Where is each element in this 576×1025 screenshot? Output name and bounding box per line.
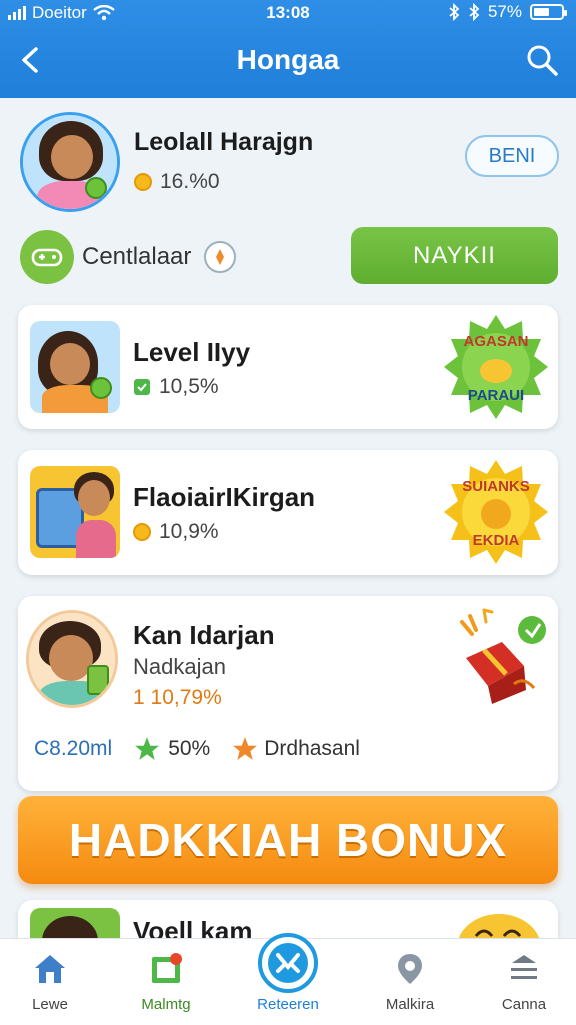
battery-icon (530, 4, 567, 20)
nav-label-location: Malkira (385, 996, 435, 1013)
stat-item-1: C8.20ml (34, 737, 112, 761)
controller-button[interactable] (20, 230, 74, 284)
center-action-icon (258, 933, 318, 993)
card-1-badge-top: AGASAN (463, 333, 529, 350)
orange-star-icon (233, 737, 258, 760)
card-1-badge-bottom: PARAUI (467, 387, 525, 404)
card-2-badge-top: SUIANKS (462, 478, 530, 495)
gamepad-icon (31, 248, 63, 267)
bonus-banner-button[interactable]: HADKKIAH BONUX (18, 796, 558, 884)
top-bar: Doeitor 13:08 57% Hongaa (0, 0, 576, 98)
compass-icon[interactable] (204, 241, 236, 273)
card-2-stat: 10,9% (133, 520, 219, 544)
primary-action-button[interactable]: NAYKII (351, 227, 558, 284)
nav-item-menu[interactable]: Canna (474, 939, 574, 1025)
gift-icon (460, 608, 546, 704)
check-badge-icon (134, 379, 150, 395)
stat-item-3-label: Drdhasanl (264, 737, 360, 760)
page-title: Hongaa (236, 44, 340, 75)
nav-item-location[interactable]: Malkira (360, 939, 460, 1025)
menu-icon (511, 955, 537, 979)
bottom-navigation: Lewe Malmtg Reteeren Malkira Canna (0, 933, 576, 1025)
card-1-stat-value: 10,5% (159, 375, 219, 398)
level-card-1[interactable]: Level IIyy 10,5% AGASAN PARAUI (18, 305, 558, 429)
card-2-badge (444, 460, 548, 564)
card-3-subtitle: Nadkajan (133, 654, 226, 679)
card-2-stat-value: 10,9% (159, 520, 219, 543)
map-icon (152, 953, 182, 983)
bluetooth-icon (449, 3, 460, 21)
search-button[interactable] (524, 42, 560, 78)
card-3-stat: 1 10,79% (133, 686, 222, 709)
stat-item-2-label: 50% (168, 737, 211, 760)
profile-stat: 16.%0 (134, 170, 220, 194)
card-1-title: Level IIyy (133, 337, 251, 367)
card-1-stat: 10,5% (133, 375, 219, 399)
card-3-title: Kan Idarjan (133, 620, 275, 650)
nav-item-center[interactable]: Reteeren (238, 933, 338, 1025)
nav-label-home: Lewe (32, 996, 68, 1013)
nav-label-menu: Canna (501, 996, 547, 1013)
card-2-badge-bottom: EKDIA (472, 532, 520, 549)
battery-percent: 57% (487, 2, 522, 21)
bluetooth-icon-2 (469, 3, 480, 21)
card-2-title: FlaoiairIKirgan (133, 482, 316, 512)
stat-item-3: Drdhasanl (232, 736, 360, 762)
card-1-thumbnail (30, 321, 120, 413)
beni-button[interactable]: BENI (465, 135, 559, 177)
profile-stat-value: 16.%0 (160, 170, 220, 193)
nav-label-center: Reteeren (257, 996, 319, 1013)
stat-item-1-label: C8.20ml (34, 737, 113, 760)
status-right: 57% (448, 2, 567, 22)
control-label: Centlalaar (82, 243, 192, 270)
card-1-badge (444, 315, 548, 419)
status-bar: Doeitor 13:08 57% (0, 0, 576, 26)
center-x-icon (268, 943, 308, 983)
card-3-stat-row: C8.20ml 50% Drdhasanl (34, 736, 536, 762)
home-icon (35, 955, 65, 983)
stat-item-2: 50% (134, 736, 210, 762)
level-card-2[interactable]: FlaoiairIKirgan 10,9% SUIANKS EKDIA (18, 450, 558, 575)
nav-item-home[interactable]: Lewe (0, 939, 100, 1025)
smile-coin-icon (133, 523, 151, 541)
card-2-thumbnail (30, 466, 120, 558)
profile-avatar[interactable] (20, 112, 120, 212)
location-icon (398, 954, 422, 984)
nav-label-map: Malmtg (141, 996, 191, 1013)
nav-item-map[interactable]: Malmtg (116, 939, 216, 1025)
compass-needle-icon (216, 249, 224, 265)
coin-icon (134, 173, 152, 191)
battery-fill (534, 8, 549, 16)
profile-name: Leolall Harajgn (134, 128, 314, 156)
green-star-icon (135, 737, 160, 760)
card-3-avatar (26, 610, 118, 708)
